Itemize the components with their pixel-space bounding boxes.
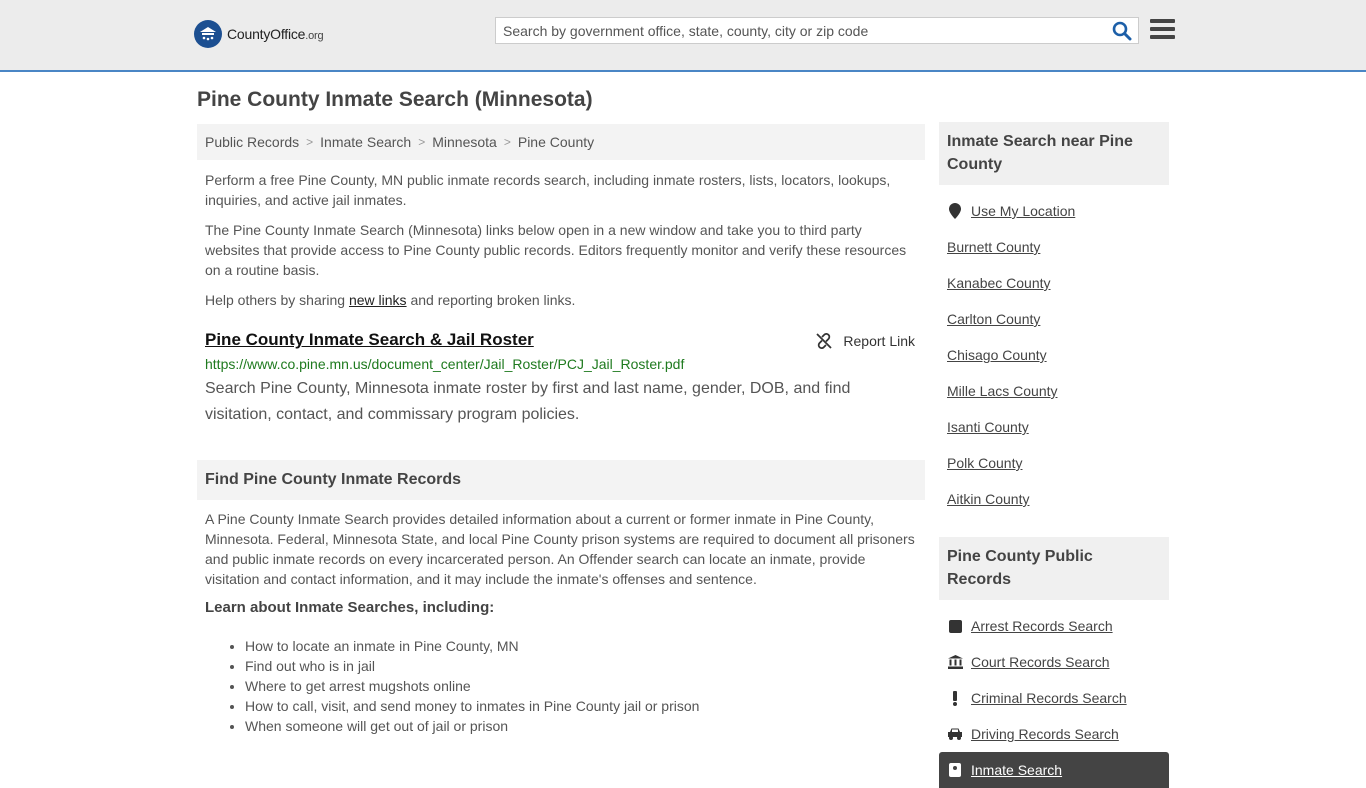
criminal-records-link[interactable]: Criminal Records Search bbox=[971, 690, 1127, 706]
breadcrumb-minnesota[interactable]: Minnesota bbox=[432, 134, 497, 150]
nearby-county-link[interactable]: Burnett County bbox=[947, 239, 1040, 255]
nearby-item[interactable]: Kanabec County bbox=[939, 265, 1169, 301]
record-item-inmate[interactable]: Inmate Search bbox=[939, 752, 1169, 788]
site-logo[interactable]: CountyOffice.org bbox=[194, 20, 324, 48]
nearby-county-link[interactable]: Kanabec County bbox=[947, 275, 1051, 291]
logo-seal-icon bbox=[194, 20, 222, 48]
broken-link-icon bbox=[816, 333, 833, 349]
list-item: How to locate an inmate in Pine County, … bbox=[245, 636, 925, 656]
nearby-county-link[interactable]: Carlton County bbox=[947, 311, 1040, 327]
record-item-driving[interactable]: Driving Records Search bbox=[939, 716, 1169, 752]
exclamation-icon bbox=[947, 690, 963, 706]
nearby-item[interactable]: Polk County bbox=[939, 445, 1169, 481]
car-icon bbox=[947, 728, 963, 740]
nearby-item[interactable]: Chisago County bbox=[939, 337, 1169, 373]
use-location-link[interactable]: Use My Location bbox=[971, 203, 1075, 219]
list-item: How to call, visit, and send money to in… bbox=[245, 696, 925, 716]
disclaimer-paragraph: The Pine County Inmate Search (Minnesota… bbox=[205, 222, 907, 278]
record-item-criminal[interactable]: Criminal Records Search bbox=[939, 680, 1169, 716]
logo-text: CountyOffice.org bbox=[227, 26, 324, 42]
courthouse-icon bbox=[947, 655, 963, 669]
nearby-county-link[interactable]: Polk County bbox=[947, 455, 1022, 471]
hamburger-menu-icon[interactable] bbox=[1150, 19, 1175, 41]
report-link-button[interactable]: Report Link bbox=[815, 332, 915, 350]
result-url: https://www.co.pine.mn.us/document_cente… bbox=[205, 356, 685, 372]
sidebar: Inmate Search near Pine County Use My Lo… bbox=[939, 122, 1169, 788]
square-icon bbox=[947, 619, 963, 633]
search-input[interactable] bbox=[496, 18, 1110, 43]
inmate-icon bbox=[947, 763, 963, 777]
site-header: CountyOffice.org bbox=[0, 0, 1366, 72]
court-records-link[interactable]: Court Records Search bbox=[971, 654, 1110, 670]
new-links-link[interactable]: new links bbox=[349, 292, 407, 308]
learn-heading: Learn about Inmate Searches, including: bbox=[205, 599, 495, 616]
nearby-county-link[interactable]: Aitkin County bbox=[947, 491, 1029, 507]
public-records-list: Arrest Records Search Court Records Sear… bbox=[939, 608, 1169, 788]
result-item: Pine County Inmate Search & Jail Roster … bbox=[205, 330, 917, 430]
record-item-court[interactable]: Court Records Search bbox=[939, 644, 1169, 680]
breadcrumb: Public Records > Inmate Search > Minneso… bbox=[197, 124, 925, 160]
list-item: Find out who is in jail bbox=[245, 656, 925, 676]
nearby-item[interactable]: Aitkin County bbox=[939, 481, 1169, 517]
search-box bbox=[495, 17, 1139, 44]
nearby-item[interactable]: Isanti County bbox=[939, 409, 1169, 445]
inmate-search-link[interactable]: Inmate Search bbox=[971, 762, 1062, 778]
result-title-link[interactable]: Pine County Inmate Search & Jail Roster bbox=[205, 330, 534, 350]
public-records-heading: Pine County Public Records bbox=[939, 537, 1169, 600]
use-location-item[interactable]: Use My Location bbox=[939, 193, 1169, 229]
driving-records-link[interactable]: Driving Records Search bbox=[971, 726, 1119, 742]
search-icon[interactable] bbox=[1112, 21, 1132, 41]
find-records-heading: Find Pine County Inmate Records bbox=[197, 460, 925, 500]
nearby-heading: Inmate Search near Pine County bbox=[939, 122, 1169, 185]
nearby-county-link[interactable]: Isanti County bbox=[947, 419, 1029, 435]
list-item: When someone will get out of jail or pri… bbox=[245, 716, 925, 736]
main-content: Public Records > Inmate Search > Minneso… bbox=[197, 124, 925, 736]
breadcrumb-separator-icon: > bbox=[418, 135, 426, 149]
nearby-list: Use My Location Burnett County Kanabec C… bbox=[939, 193, 1169, 517]
page-title: Pine County Inmate Search (Minnesota) bbox=[197, 88, 593, 111]
map-marker-icon bbox=[947, 203, 963, 219]
arrest-records-link[interactable]: Arrest Records Search bbox=[971, 618, 1113, 634]
nearby-county-link[interactable]: Chisago County bbox=[947, 347, 1047, 363]
breadcrumb-separator-icon: > bbox=[503, 135, 511, 149]
record-item-arrest[interactable]: Arrest Records Search bbox=[939, 608, 1169, 644]
nearby-item[interactable]: Mille Lacs County bbox=[939, 373, 1169, 409]
breadcrumb-public-records[interactable]: Public Records bbox=[205, 134, 299, 150]
nearby-county-link[interactable]: Mille Lacs County bbox=[947, 383, 1058, 399]
list-item: Where to get arrest mugshots online bbox=[245, 676, 925, 696]
breadcrumb-inmate-search[interactable]: Inmate Search bbox=[320, 134, 411, 150]
learn-list: How to locate an inmate in Pine County, … bbox=[197, 636, 925, 736]
find-records-paragraph: A Pine County Inmate Search provides det… bbox=[205, 511, 915, 587]
share-paragraph: Help others by sharing new links and rep… bbox=[205, 292, 576, 308]
breadcrumb-separator-icon: > bbox=[306, 135, 314, 149]
breadcrumb-pine-county[interactable]: Pine County bbox=[518, 134, 594, 150]
nearby-item[interactable]: Burnett County bbox=[939, 229, 1169, 265]
result-description: Search Pine County, Minnesota inmate ros… bbox=[205, 380, 851, 423]
nearby-item[interactable]: Carlton County bbox=[939, 301, 1169, 337]
intro-paragraph: Perform a free Pine County, MN public in… bbox=[205, 172, 891, 208]
